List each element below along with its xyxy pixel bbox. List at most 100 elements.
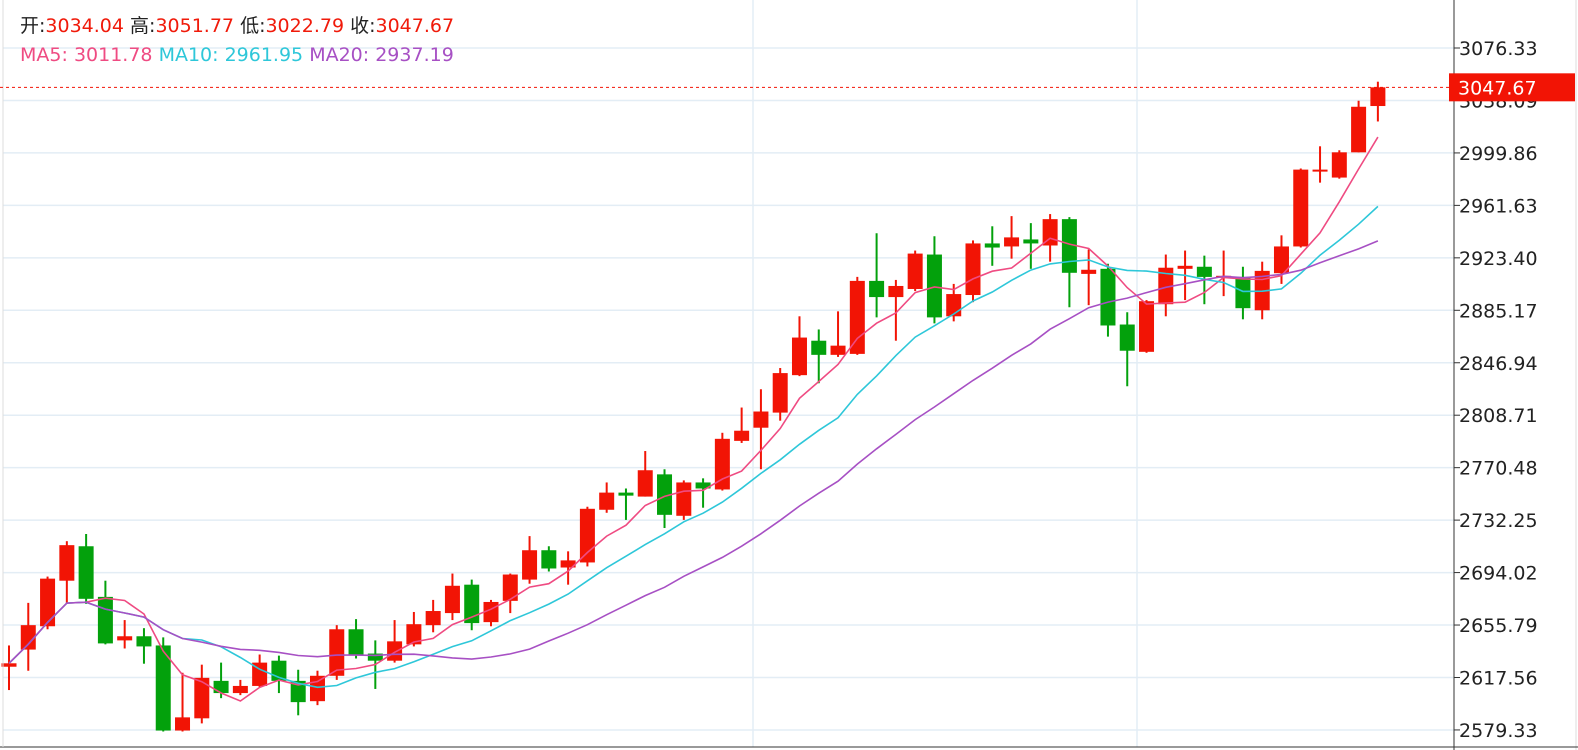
candle-down (984, 226, 1000, 266)
high-value: 3051.77 (155, 15, 235, 37)
candle-body (117, 636, 133, 641)
candle-body (387, 641, 403, 661)
y-tick-label: 2885.17 (1459, 300, 1538, 322)
candle-up (20, 602, 36, 671)
candle-body (59, 545, 75, 581)
close-value: 3047.67 (375, 15, 455, 37)
ma20-label: MA20: (309, 44, 370, 66)
candle-body (136, 636, 152, 647)
open-value: 3034.04 (45, 15, 124, 37)
candle-body (1, 663, 17, 667)
y-tick-label: 2579.33 (1459, 720, 1538, 742)
candle-body (888, 285, 904, 298)
candle-up (1293, 168, 1309, 248)
candle-body (599, 492, 615, 510)
candle-up (849, 276, 865, 355)
candle-up (907, 250, 923, 292)
candle-up (329, 625, 345, 680)
candles (1, 81, 1386, 732)
candle-up (791, 316, 807, 377)
grid-lines (3, 0, 1454, 747)
candle-down (136, 628, 152, 664)
candle-body (907, 253, 923, 289)
candle-body (637, 470, 653, 497)
ma10-value: 2961.95 (224, 44, 304, 66)
ma5-value: 3011.78 (73, 44, 153, 66)
candle-up (753, 389, 769, 470)
candle-up (1, 645, 17, 691)
candle-up (522, 536, 538, 584)
candle-down (464, 579, 480, 631)
candle-body (811, 340, 827, 355)
candle-up (772, 368, 788, 421)
candle-down (1235, 266, 1251, 320)
candle-body (40, 578, 56, 627)
candle-down (541, 546, 557, 572)
ma20-legend: MA20: 2937.19 (309, 44, 454, 66)
candle-body (444, 585, 460, 614)
candle-up (965, 240, 981, 303)
candle-down (78, 534, 94, 604)
candle-up (560, 551, 576, 585)
candle-down (290, 669, 306, 716)
candle-up (1312, 146, 1328, 183)
candle-down (1100, 263, 1116, 337)
candle-up (1351, 100, 1367, 153)
ohlc-legend: 开:3034.04 高:3051.77 低:3022.79 收:3047.67 (20, 11, 454, 38)
candlestick-chart[interactable]: 3076.333038.092999.862961.632923.402885.… (0, 0, 1578, 750)
open-label: 开: (20, 15, 46, 37)
candle-up (1370, 81, 1386, 122)
candle-body (579, 508, 595, 563)
candle-body (618, 492, 634, 496)
candle-body (78, 546, 94, 599)
low-label: 低: (240, 15, 266, 37)
ma20-value: 2937.19 (375, 44, 454, 66)
candle-up (637, 451, 653, 497)
candle-body (522, 550, 538, 580)
high-label: 高: (130, 15, 156, 37)
y-tick-label: 2770.48 (1459, 458, 1538, 480)
ma5-line (8, 136, 1379, 702)
y-tick-label: 2808.71 (1459, 405, 1538, 427)
low-value: 3022.79 (265, 15, 345, 37)
y-tick-label: 2655.79 (1459, 615, 1538, 637)
ma20-line (8, 240, 1379, 664)
candle-body (175, 717, 191, 731)
candle-body (425, 611, 441, 626)
y-tick-label: 2617.56 (1459, 667, 1538, 689)
ma5-label: MA5: (20, 44, 68, 66)
candle-up (175, 672, 191, 732)
y-axis-ticks: 3076.333038.092999.862961.632923.402885.… (1454, 38, 1538, 742)
candle-down (97, 580, 113, 645)
candle-down (618, 488, 634, 520)
candle-up (1331, 150, 1347, 179)
candle-up (1139, 300, 1155, 353)
candle-body (213, 680, 229, 694)
candle-body (869, 280, 885, 298)
ma-legend: MA5: 3011.78 MA10: 2961.95 MA20: 2937.19 (20, 44, 454, 66)
candle-up (444, 573, 460, 621)
candle-body (1196, 266, 1212, 277)
candle-body (1331, 152, 1347, 178)
candle-body (1293, 169, 1309, 247)
candle-down (811, 329, 827, 384)
candle-body (1081, 269, 1097, 274)
candle-body (1351, 106, 1367, 153)
candle-body (1139, 301, 1155, 352)
candle-up (425, 599, 441, 633)
y-tick-label: 2694.02 (1459, 563, 1538, 585)
y-tick-label: 2999.86 (1459, 143, 1538, 165)
candle-body (1119, 324, 1135, 351)
candle-body (348, 629, 364, 655)
candle-body (965, 243, 981, 296)
y-tick-label: 2846.94 (1459, 353, 1538, 375)
candle-body (849, 280, 865, 354)
candle-body (1023, 239, 1039, 244)
candle-up (502, 573, 518, 614)
candle-down (1119, 312, 1135, 387)
candle-body (772, 373, 788, 413)
ma10-legend: MA10: 2961.95 (159, 44, 304, 66)
candle-down (926, 236, 942, 324)
candle-body (753, 411, 769, 428)
candle-up (676, 480, 692, 520)
